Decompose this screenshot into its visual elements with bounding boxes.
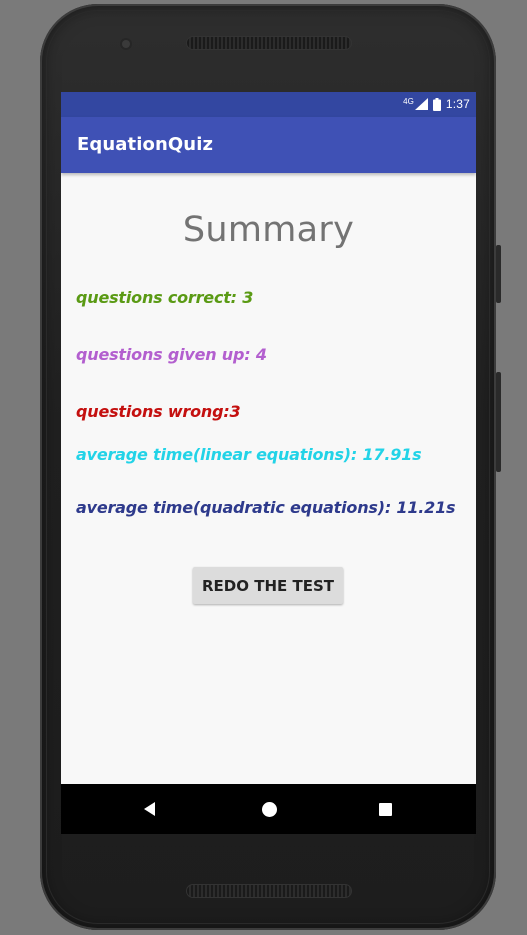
recent-apps-icon bbox=[378, 802, 392, 816]
average-time-linear-stat: average time(linear equations): 17.91s bbox=[76, 445, 422, 464]
app-toolbar: EquationQuiz bbox=[61, 117, 476, 173]
home-icon bbox=[261, 801, 277, 817]
back-icon bbox=[143, 802, 155, 816]
battery-icon bbox=[432, 97, 441, 111]
device-screen: 4G 1:37 EquationQuiz Summary questions c… bbox=[61, 92, 476, 834]
volume-button bbox=[496, 372, 501, 472]
questions-given-up-stat: questions given up: 4 bbox=[76, 345, 267, 364]
summary-heading: Summary bbox=[182, 210, 355, 250]
navigation-bar bbox=[61, 784, 476, 834]
average-time-quadratic-stat: average time(quadratic equations): 11.21… bbox=[76, 498, 456, 517]
status-bar: 4G 1:37 bbox=[61, 92, 476, 117]
clock-time: 1:37 bbox=[445, 97, 470, 111]
questions-wrong-stat: questions wrong:3 bbox=[76, 402, 241, 421]
earpiece-speaker bbox=[186, 36, 352, 50]
nav-recent-apps-button[interactable] bbox=[355, 784, 415, 834]
questions-correct-stat: questions correct: 3 bbox=[76, 288, 254, 307]
signal-icon bbox=[414, 98, 428, 110]
power-button bbox=[496, 245, 501, 303]
summary-content: Summary questions correct: 3 questions g… bbox=[61, 173, 476, 784]
redo-test-button[interactable]: REDO THE TEST bbox=[193, 567, 343, 604]
nav-back-button[interactable] bbox=[119, 784, 179, 834]
app-title: EquationQuiz bbox=[77, 134, 214, 155]
nav-home-button[interactable] bbox=[239, 784, 299, 834]
bottom-speaker bbox=[186, 884, 352, 898]
front-camera bbox=[122, 40, 130, 48]
status-indicators: 4G 1:37 bbox=[403, 96, 470, 112]
network-type-label: 4G bbox=[403, 96, 414, 106]
